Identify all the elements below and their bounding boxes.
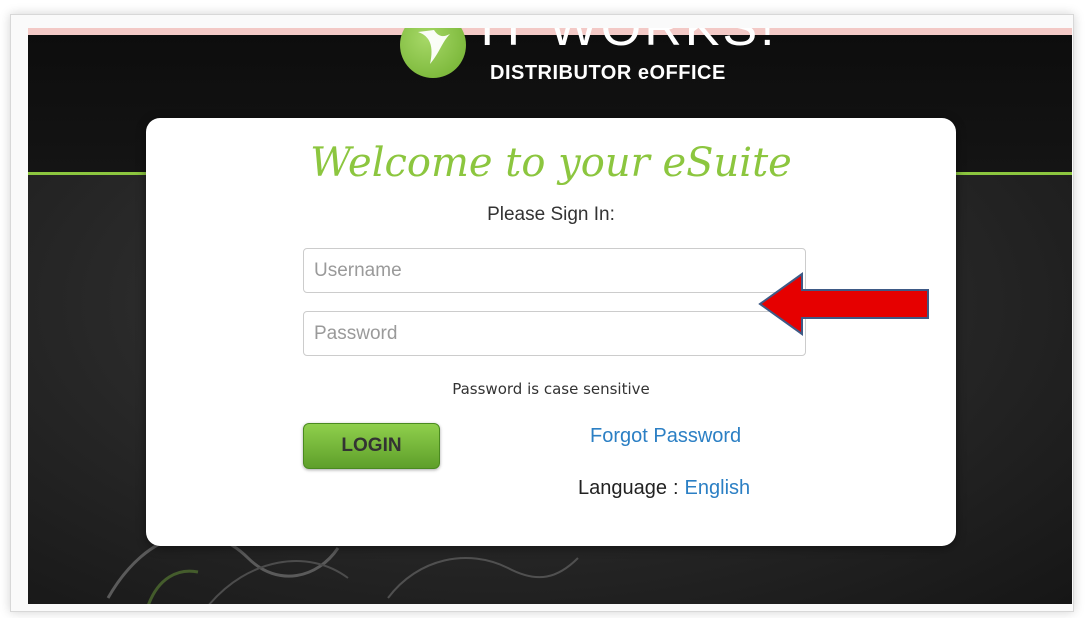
language-separator: : xyxy=(672,477,679,499)
brand-logo: IT WORKS! DISTRIBUTOR eOFFICE xyxy=(390,28,775,90)
case-sensitive-note: Password is case sensitive xyxy=(452,380,650,398)
username-input[interactable] xyxy=(303,248,806,293)
sign-in-prompt: Please Sign In: xyxy=(487,204,615,225)
login-button[interactable]: LOGIN xyxy=(303,423,440,469)
password-input[interactable] xyxy=(303,311,806,356)
language-link[interactable]: English xyxy=(685,477,751,499)
leaf-logo-glyph xyxy=(418,30,450,64)
language-selector: Language: English xyxy=(578,477,750,500)
welcome-heading: Welcome to your eSuite xyxy=(310,140,792,186)
brand-subtitle: DISTRIBUTOR eOFFICE xyxy=(490,62,726,84)
leaf-logo-icon xyxy=(400,28,466,78)
brand-title: IT WORKS! xyxy=(480,28,778,57)
forgot-password-link[interactable]: Forgot Password xyxy=(590,425,741,448)
red-arrow-icon xyxy=(758,272,929,336)
language-label: Language xyxy=(578,477,667,499)
